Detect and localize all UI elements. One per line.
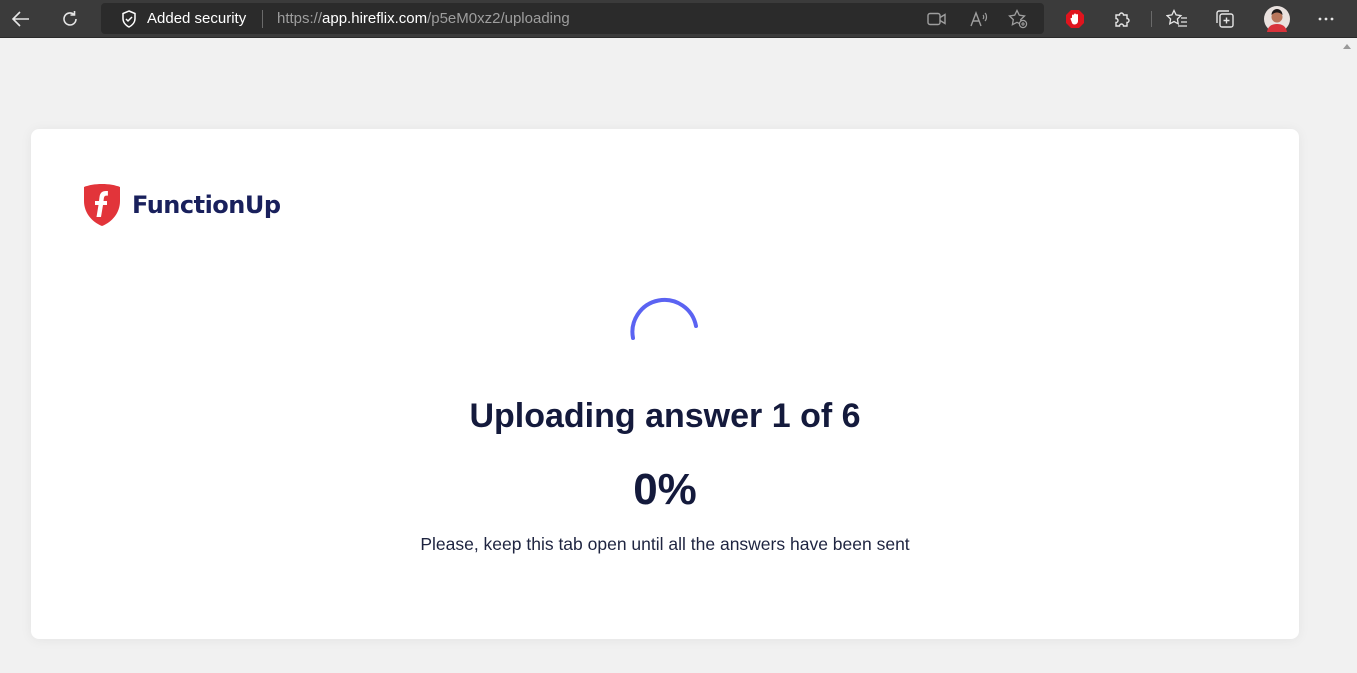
shield-icon <box>122 10 136 28</box>
url-path: /p5eM0xz2/uploading <box>427 10 570 27</box>
loading-spinner-icon <box>630 297 698 340</box>
collections-button[interactable] <box>1210 5 1240 33</box>
toolbar-divider <box>1151 11 1152 27</box>
camera-icon[interactable] <box>926 8 948 30</box>
collections-icon <box>1216 10 1234 28</box>
functionup-shield-icon <box>84 184 120 226</box>
brand-logo: FunctionUp <box>83 183 281 227</box>
upload-card: FunctionUp Uploading answer 1 of 6 0% Pl… <box>31 129 1299 639</box>
add-favorite-icon[interactable] <box>1007 8 1029 30</box>
url-host: app.hireflix.com <box>322 10 428 27</box>
divider <box>262 10 263 28</box>
progress-percent: 0% <box>633 465 697 514</box>
url-text[interactable]: https://app.hireflix.com/p5eM0xz2/upload… <box>277 10 570 27</box>
page-title: Uploading answer 1 of 6 <box>469 397 861 435</box>
keep-open-note: Please, keep this tab open until all the… <box>420 534 910 554</box>
back-button[interactable] <box>6 5 36 33</box>
puzzle-icon <box>1115 12 1130 27</box>
extension-stop-button[interactable] <box>1060 5 1090 33</box>
refresh-button[interactable] <box>55 5 85 33</box>
browser-toolbar: Added security https://app.hireflix.com/… <box>0 0 1357 38</box>
more-icon <box>1318 17 1334 21</box>
refresh-icon <box>63 11 77 26</box>
avatar <box>1264 6 1290 32</box>
address-bar[interactable]: Added security https://app.hireflix.com/… <box>101 3 1044 34</box>
favorites-icon <box>1166 9 1187 27</box>
extensions-button[interactable] <box>1108 5 1138 33</box>
more-button[interactable] <box>1311 5 1341 33</box>
extension-stop-icon <box>1066 10 1084 28</box>
back-icon <box>12 11 29 27</box>
profile-button[interactable] <box>1262 5 1292 33</box>
security-label[interactable]: Added security <box>147 10 246 27</box>
favorites-button[interactable] <box>1162 5 1192 33</box>
url-prefix: https:// <box>277 10 323 27</box>
read-aloud-icon[interactable] <box>968 8 990 30</box>
brand-name: FunctionUp <box>132 191 281 219</box>
scrollbar-up-arrow[interactable] <box>1343 44 1351 49</box>
